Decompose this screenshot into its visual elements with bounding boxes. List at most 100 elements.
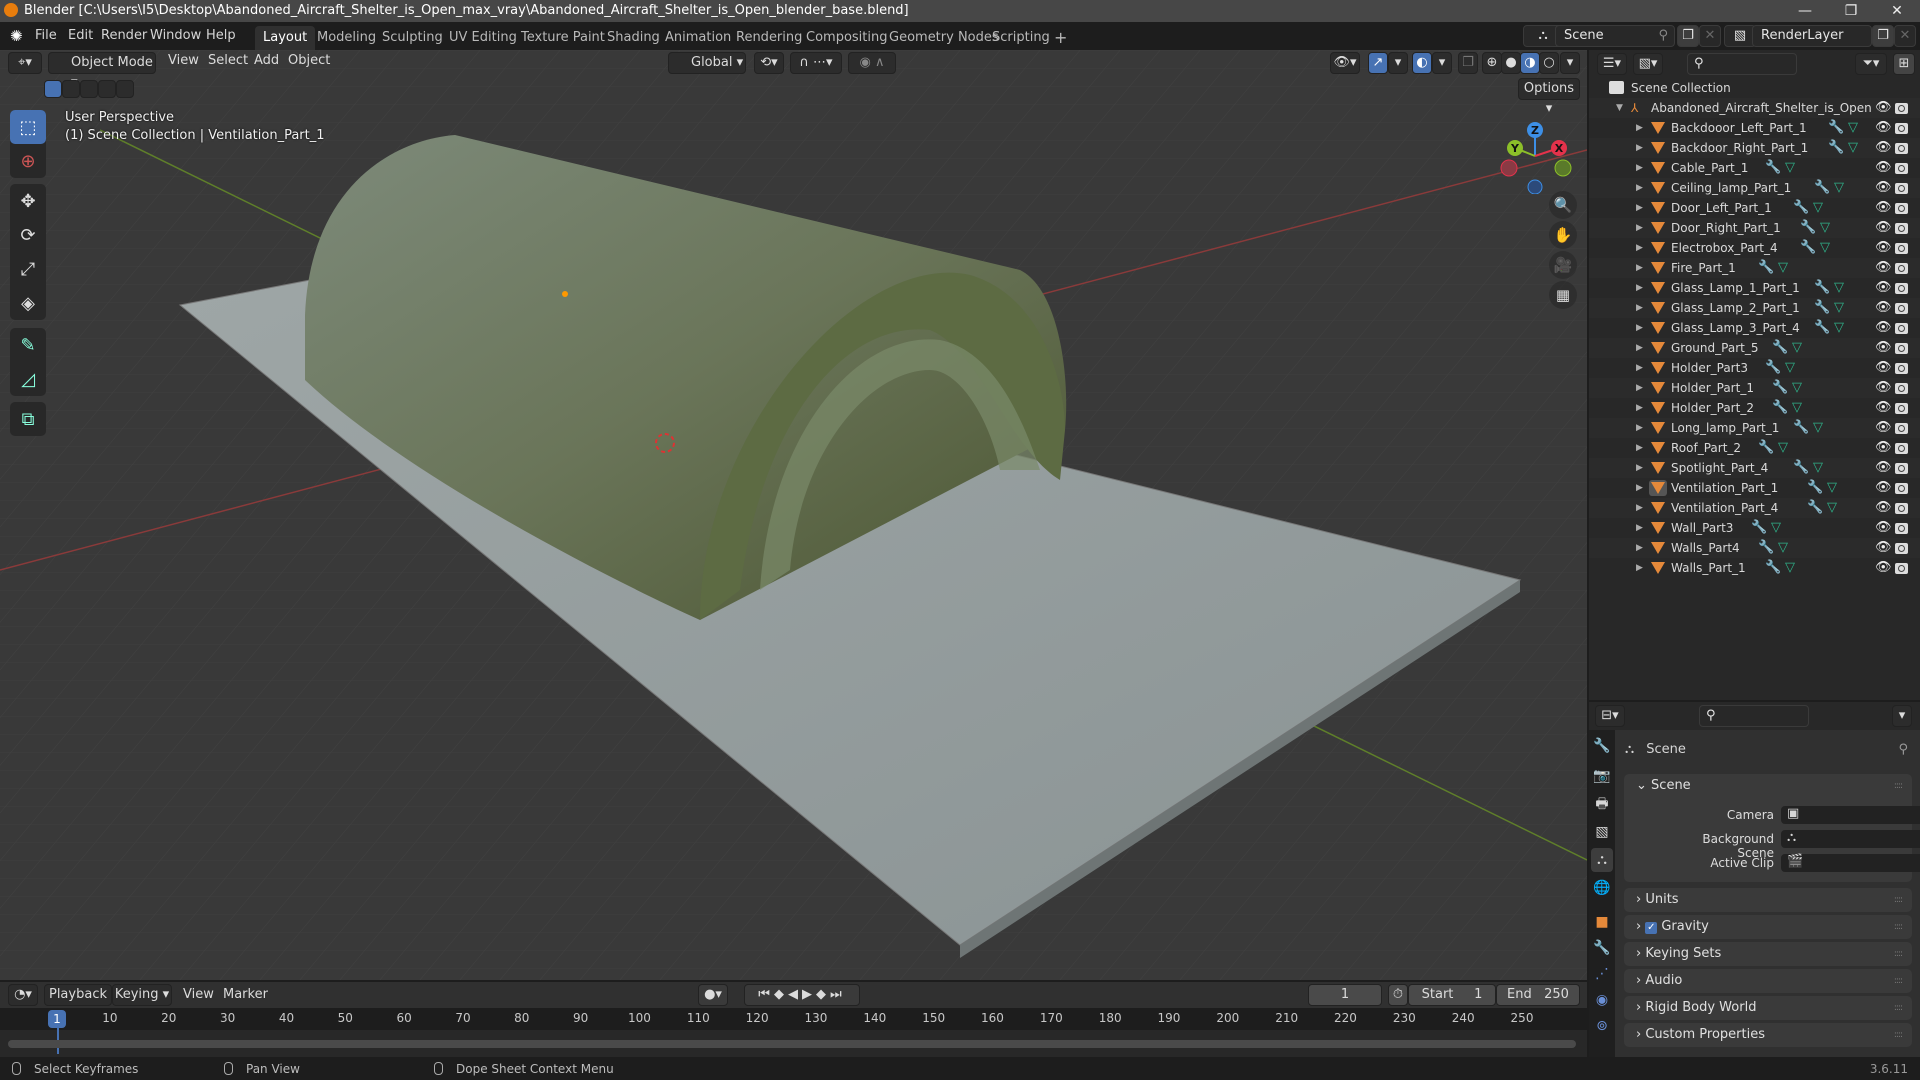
- tool-rotate[interactable]: ⟳: [10, 218, 46, 252]
- tab-render[interactable]: 📷: [1591, 764, 1613, 788]
- expand-toggle-icon[interactable]: ▶: [1636, 118, 1643, 138]
- maximize-button[interactable]: ❐: [1828, 0, 1874, 22]
- tab-texture-paint[interactable]: Texture Paint: [513, 26, 613, 50]
- render-camera-icon[interactable]: [1895, 543, 1908, 554]
- mesh-data-icon[interactable]: ▽: [1785, 558, 1795, 578]
- timeline-menu-view[interactable]: View: [183, 987, 214, 1002]
- pivot-point-button[interactable]: ⟲▾: [754, 52, 784, 74]
- playback-dropdown[interactable]: Playback ▾: [44, 984, 112, 1022]
- mesh-data-icon[interactable]: ▽: [1834, 278, 1844, 298]
- outliner-editor-type-button[interactable]: ☰▾: [1597, 53, 1627, 75]
- mesh-data-icon[interactable]: ▽: [1813, 418, 1823, 438]
- expand-toggle-icon[interactable]: ▶: [1636, 158, 1643, 178]
- tab-layout[interactable]: Layout: [255, 26, 316, 50]
- close-window-button[interactable]: ✕: [1874, 0, 1920, 22]
- outliner-object-row[interactable]: ▶ Ventilation_Part_1 🔧 ▽ 👁: [1589, 478, 1920, 498]
- overlays-toggle-button[interactable]: ◐: [1412, 52, 1432, 74]
- outliner-object-row[interactable]: ▶ Spotlight_Part_4 🔧 ▽ 👁: [1589, 458, 1920, 478]
- outliner-object-row[interactable]: ▶ Ground_Part_5 🔧 ▽ 👁: [1589, 338, 1920, 358]
- modifier-wrench-icon[interactable]: 🔧: [1765, 358, 1781, 378]
- render-camera-icon[interactable]: [1895, 363, 1908, 374]
- outliner-object-row[interactable]: ▶ Roof_Part_2 🔧 ▽ 👁: [1589, 438, 1920, 458]
- drag-grip-icon[interactable]: ::::: [1894, 996, 1903, 1020]
- menu-window[interactable]: Window: [150, 27, 201, 45]
- tab-particles[interactable]: ⋰: [1591, 962, 1613, 986]
- tool-add-cube[interactable]: ⧉: [10, 402, 46, 436]
- mesh-data-icon[interactable]: ▽: [1820, 218, 1830, 238]
- timeline-ruler[interactable]: 10 20 30 40 50 60 70 80 90 100 110 120 130 140 150 160 1…: [0, 1008, 1587, 1030]
- add-workspace-button[interactable]: +: [1046, 26, 1075, 50]
- visibility-eye-icon[interactable]: 👁: [1875, 418, 1892, 438]
- mesh-data-icon[interactable]: ▽: [1785, 158, 1795, 178]
- outliner-collection[interactable]: ▼ ⅄ Abandoned_Aircraft_Shelter_is_Open 👁: [1589, 98, 1920, 118]
- minimize-button[interactable]: —: [1782, 0, 1828, 22]
- render-camera-icon[interactable]: [1895, 423, 1908, 434]
- render-camera-icon[interactable]: [1895, 323, 1908, 334]
- mode-dropdown[interactable]: Object Mode ▾: [48, 52, 156, 90]
- render-camera-icon[interactable]: [1895, 223, 1908, 234]
- 3d-viewport[interactable]: ⌖▾ Object Mode ▾ View Select Add Object …: [0, 50, 1587, 980]
- visibility-eye-icon[interactable]: 👁: [1875, 258, 1892, 278]
- modifier-wrench-icon[interactable]: 🔧: [1751, 518, 1767, 538]
- tab-physics[interactable]: ◉: [1591, 988, 1613, 1012]
- select-mode-invert-button[interactable]: [98, 80, 116, 98]
- gizmo-neg-x-axis[interactable]: [1500, 159, 1518, 177]
- visibility-eye-icon[interactable]: 👁: [1875, 318, 1892, 338]
- timeline-menu-marker[interactable]: Marker: [223, 987, 268, 1002]
- mesh-data-icon[interactable]: ▽: [1813, 198, 1823, 218]
- shading-solid-button[interactable]: ●: [1501, 52, 1521, 74]
- drag-grip-icon[interactable]: ::::: [1894, 888, 1903, 912]
- modifier-wrench-icon[interactable]: 🔧: [1793, 198, 1809, 218]
- outliner-object-row[interactable]: ▶ Wall_Part3 🔧 ▽ 👁: [1589, 518, 1920, 538]
- visibility-eye-icon[interactable]: 👁: [1875, 438, 1892, 458]
- tab-constraints[interactable]: ⊚: [1591, 1014, 1613, 1038]
- outliner-object-row[interactable]: ▶ Backdooor_Left_Part_1 🔧 ▽ 👁: [1589, 118, 1920, 138]
- render-camera-icon[interactable]: [1895, 403, 1908, 414]
- outliner-object-row[interactable]: ▶ Door_Right_Part_1 🔧 ▽ 👁: [1589, 218, 1920, 238]
- timeline-scrollbar[interactable]: [8, 1040, 1576, 1048]
- tab-world[interactable]: 🌐: [1591, 876, 1613, 900]
- outliner-object-row[interactable]: ▶ Cable_Part_1 🔧 ▽ 👁: [1589, 158, 1920, 178]
- background-scene-field[interactable]: ⛬: [1781, 830, 1920, 848]
- viewport-menu-view[interactable]: View: [168, 53, 199, 68]
- shading-dropdown[interactable]: ▾: [1560, 52, 1580, 74]
- render-camera-icon[interactable]: [1895, 203, 1908, 214]
- outliner-object-row[interactable]: ▶ Walls_Part_1 🔧 ▽ 👁: [1589, 558, 1920, 578]
- panel-custom-properties[interactable]: › Custom Properties::::: [1624, 1023, 1912, 1047]
- mesh-data-icon[interactable]: ▽: [1778, 438, 1788, 458]
- modifier-wrench-icon[interactable]: 🔧: [1758, 438, 1774, 458]
- use-preview-range-button[interactable]: ⏱: [1388, 984, 1408, 1006]
- drag-grip-icon[interactable]: ::::: [1894, 1023, 1903, 1047]
- expand-toggle-icon[interactable]: ▶: [1636, 558, 1643, 578]
- mesh-data-icon[interactable]: ▽: [1792, 338, 1802, 358]
- new-scene-button[interactable]: ❐: [1677, 25, 1699, 47]
- mesh-data-icon[interactable]: ▽: [1848, 118, 1858, 138]
- tool-select-box[interactable]: ⬚: [10, 110, 46, 144]
- render-camera-icon[interactable]: [1895, 183, 1908, 194]
- visibility-eye-icon[interactable]: 👁: [1875, 118, 1892, 138]
- viewport-menu-select[interactable]: Select: [208, 53, 248, 68]
- modifier-wrench-icon[interactable]: 🔧: [1828, 138, 1844, 158]
- modifier-wrench-icon[interactable]: 🔧: [1765, 158, 1781, 178]
- ortho-toggle-button[interactable]: ▦: [1549, 281, 1577, 309]
- modifier-wrench-icon[interactable]: 🔧: [1758, 538, 1774, 558]
- mesh-data-icon[interactable]: ▽: [1820, 238, 1830, 258]
- properties-search-input[interactable]: ⚲: [1699, 705, 1809, 727]
- tool-measure[interactable]: ◿: [10, 362, 46, 396]
- render-camera-icon[interactable]: [1895, 483, 1908, 494]
- outliner-object-row[interactable]: ▶ Long_lamp_Part_1 🔧 ▽ 👁: [1589, 418, 1920, 438]
- shading-material-preview-button[interactable]: ◑: [1520, 52, 1540, 74]
- end-frame-field[interactable]: End 250: [1496, 984, 1580, 1006]
- options-dropdown[interactable]: Options ▾: [1518, 78, 1580, 116]
- visibility-eye-icon[interactable]: 👁: [1875, 338, 1892, 358]
- tab-scene[interactable]: ⛬: [1591, 848, 1613, 872]
- shading-wireframe-button[interactable]: ⊕: [1482, 52, 1502, 74]
- current-frame-field[interactable]: 1: [1308, 984, 1382, 1006]
- render-camera-icon[interactable]: [1895, 523, 1908, 534]
- visibility-eye-icon[interactable]: 👁: [1875, 498, 1892, 518]
- tab-view-layer[interactable]: ▧: [1591, 820, 1613, 844]
- display-mode-dropdown[interactable]: ▧▾: [1633, 53, 1663, 75]
- expand-toggle-icon[interactable]: ▶: [1636, 318, 1643, 338]
- render-camera-icon[interactable]: [1895, 303, 1908, 314]
- expand-toggle-icon[interactable]: ▶: [1636, 518, 1643, 538]
